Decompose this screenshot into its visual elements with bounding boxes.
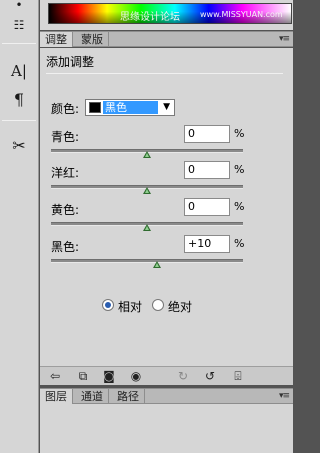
absolute-label[interactable]: 绝对 (168, 298, 192, 315)
yellow-value-input[interactable]: 0 (184, 198, 230, 216)
adjustments-tab-bar: 调整 蒙版 ▾≡ (40, 31, 293, 47)
divider (46, 73, 283, 74)
slider-label: 洋红: (51, 166, 80, 180)
expand-view-icon[interactable]: ⧉ (75, 369, 91, 384)
tab-masks[interactable]: 蒙版 (76, 32, 109, 47)
panel-icon-strip: • ☷ A| ¶ ✂ (0, 0, 39, 453)
color-dropdown[interactable]: 黑色 ▼ (85, 99, 175, 116)
slider-thumb[interactable] (143, 187, 151, 194)
trash-icon[interactable]: ⌹ (230, 369, 246, 384)
color-panel: 思缘设计论坛 www.MISSYUAN.com (40, 0, 293, 30)
layers-panel-body (40, 404, 293, 453)
panel-menu-icon[interactable]: ▾≡ (279, 33, 290, 46)
watermark-text: 思缘设计论坛 (120, 12, 180, 23)
slider-thumb[interactable] (143, 224, 151, 231)
watermark-url: www.MISSYUAN.com (200, 10, 283, 19)
color-label: 颜色: (51, 102, 80, 116)
slider-thumb[interactable] (152, 261, 161, 268)
tab-adjustments[interactable]: 调整 (40, 32, 73, 47)
slider-label: 黑色: (51, 240, 80, 254)
absolute-radio[interactable] (152, 299, 164, 311)
percent-unit: % (234, 127, 245, 140)
slider-track[interactable] (51, 259, 243, 263)
color-chip (89, 102, 101, 113)
color-dropdown-value: 黑色 (103, 101, 158, 114)
slider-yellow: 黄色: 0 % (40, 198, 293, 236)
adjustment-toolbar: ⇦ ⧉ ◙ ◉ ↻ ↺ ⌹ (40, 366, 293, 385)
character-icon[interactable]: A| (8, 60, 30, 82)
panel-menu-icon[interactable]: ▾≡ (279, 390, 290, 403)
cyan-value-input[interactable]: 0 (184, 125, 230, 143)
adjustment-body: 添加调整 颜色: 黑色 ▼ 青色: 0 % 洋红: 0 % 黄色: 0 % 黑色… (40, 48, 293, 366)
clone-source-icon[interactable]: ☷ (8, 14, 30, 36)
reset-icon[interactable]: ↺ (202, 369, 218, 384)
relative-radio[interactable] (102, 299, 114, 311)
tools-preset-icon[interactable]: ✂ (8, 134, 30, 156)
black-value-input[interactable]: +10 (184, 235, 230, 253)
layers-tab-bar: 图层 通道 路径 ▾≡ (40, 388, 293, 404)
back-arrow-icon[interactable]: ⇦ (47, 369, 63, 384)
tool-divider (2, 43, 36, 44)
percent-unit: % (234, 237, 245, 250)
chevron-down-icon: ▼ (163, 102, 170, 112)
adjustments-panel-group: 思缘设计论坛 www.MISSYUAN.com 调整 蒙版 ▾≡ 添加调整 颜色… (40, 0, 293, 453)
slider-label: 青色: (51, 130, 80, 144)
paragraph-icon[interactable]: ¶ (8, 88, 30, 110)
clip-to-layer-icon[interactable]: ◙ (101, 369, 117, 384)
slider-thumb[interactable] (143, 151, 151, 158)
tool-divider (2, 120, 36, 121)
slider-label: 黄色: (51, 203, 80, 217)
previous-state-icon[interactable]: ↻ (175, 369, 191, 384)
visibility-eye-icon[interactable]: ◉ (128, 369, 144, 384)
photoshop-panels: • ☷ A| ¶ ✂ 思缘设计论坛 www.MISSYUAN.com 调整 蒙版… (0, 0, 293, 453)
tab-paths[interactable]: 路径 (112, 389, 145, 404)
percent-unit: % (234, 163, 245, 176)
percent-unit: % (234, 200, 245, 213)
magenta-value-input[interactable]: 0 (184, 161, 230, 179)
relative-label[interactable]: 相对 (118, 298, 142, 315)
slider-black: 黑色: +10 % (40, 235, 293, 273)
slider-cyan: 青色: 0 % (40, 125, 293, 163)
adjustment-title: 添加调整 (46, 55, 95, 69)
tab-channels[interactable]: 通道 (76, 389, 109, 404)
tab-layers[interactable]: 图层 (40, 389, 73, 404)
slider-magenta: 洋红: 0 % (40, 161, 293, 199)
